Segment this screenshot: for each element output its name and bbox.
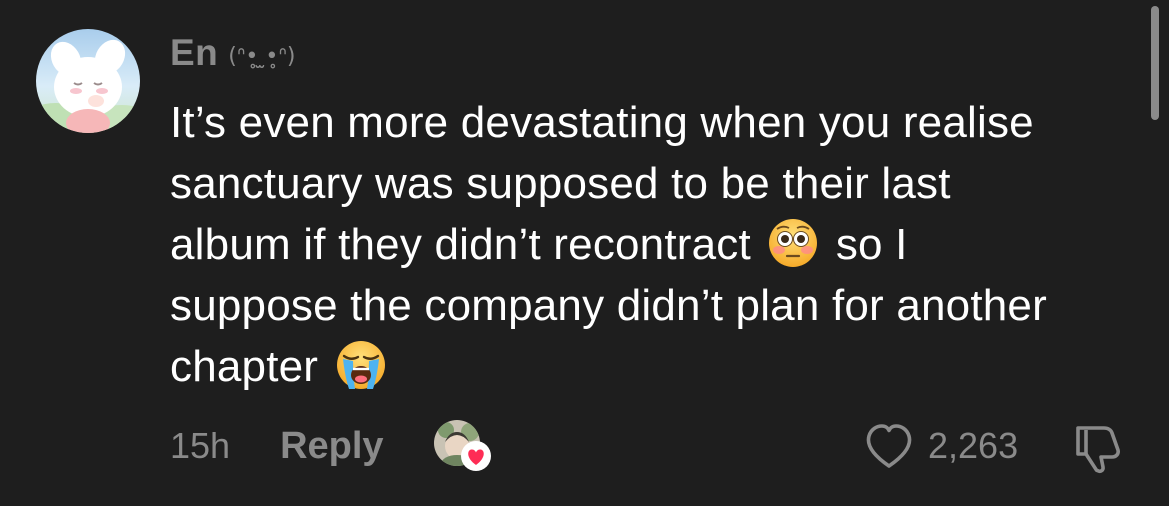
- comment-timestamp: 15h: [170, 425, 231, 466]
- reply-button[interactable]: Reply: [280, 425, 383, 468]
- comment-header: En (ᐢ•̥ ̫•̥ᐢ): [170, 32, 296, 74]
- username[interactable]: En: [170, 32, 218, 74]
- comment-line-text: so I: [835, 220, 908, 269]
- heart-outline-icon[interactable]: [862, 421, 916, 471]
- scrollbar[interactable]: [1151, 6, 1159, 120]
- like-button[interactable]: 2,263: [862, 420, 1018, 472]
- comment-text: It’s even more devastating when you real…: [170, 92, 1140, 397]
- heart-filled-icon: [460, 440, 492, 472]
- flushed-face-icon: [767, 217, 819, 269]
- comment-line: It’s even more devastating when you real…: [170, 98, 1034, 147]
- comment-line-text: chapter: [170, 342, 319, 391]
- like-count: 2,263: [928, 425, 1019, 466]
- username-decoration: (ᐢ•̥ ̫•̥ᐢ): [228, 44, 296, 69]
- comment-line: sanctuary was supposed to be their last: [170, 159, 951, 208]
- thumbs-down-icon[interactable]: [1068, 420, 1126, 476]
- comment-footer: 15h Reply: [170, 420, 492, 472]
- liked-by-creator-badge: [433, 420, 492, 472]
- commenter-avatar[interactable]: [36, 29, 140, 133]
- loudly-crying-face-icon: [335, 339, 387, 391]
- comment-line-text: album if they didn’t recontract: [170, 220, 751, 269]
- comment-line: suppose the company didn’t plan for anot…: [170, 281, 1047, 330]
- comment-line: chapter: [170, 336, 1140, 397]
- comment-line: album if they didn’t recontract so I: [170, 214, 1140, 275]
